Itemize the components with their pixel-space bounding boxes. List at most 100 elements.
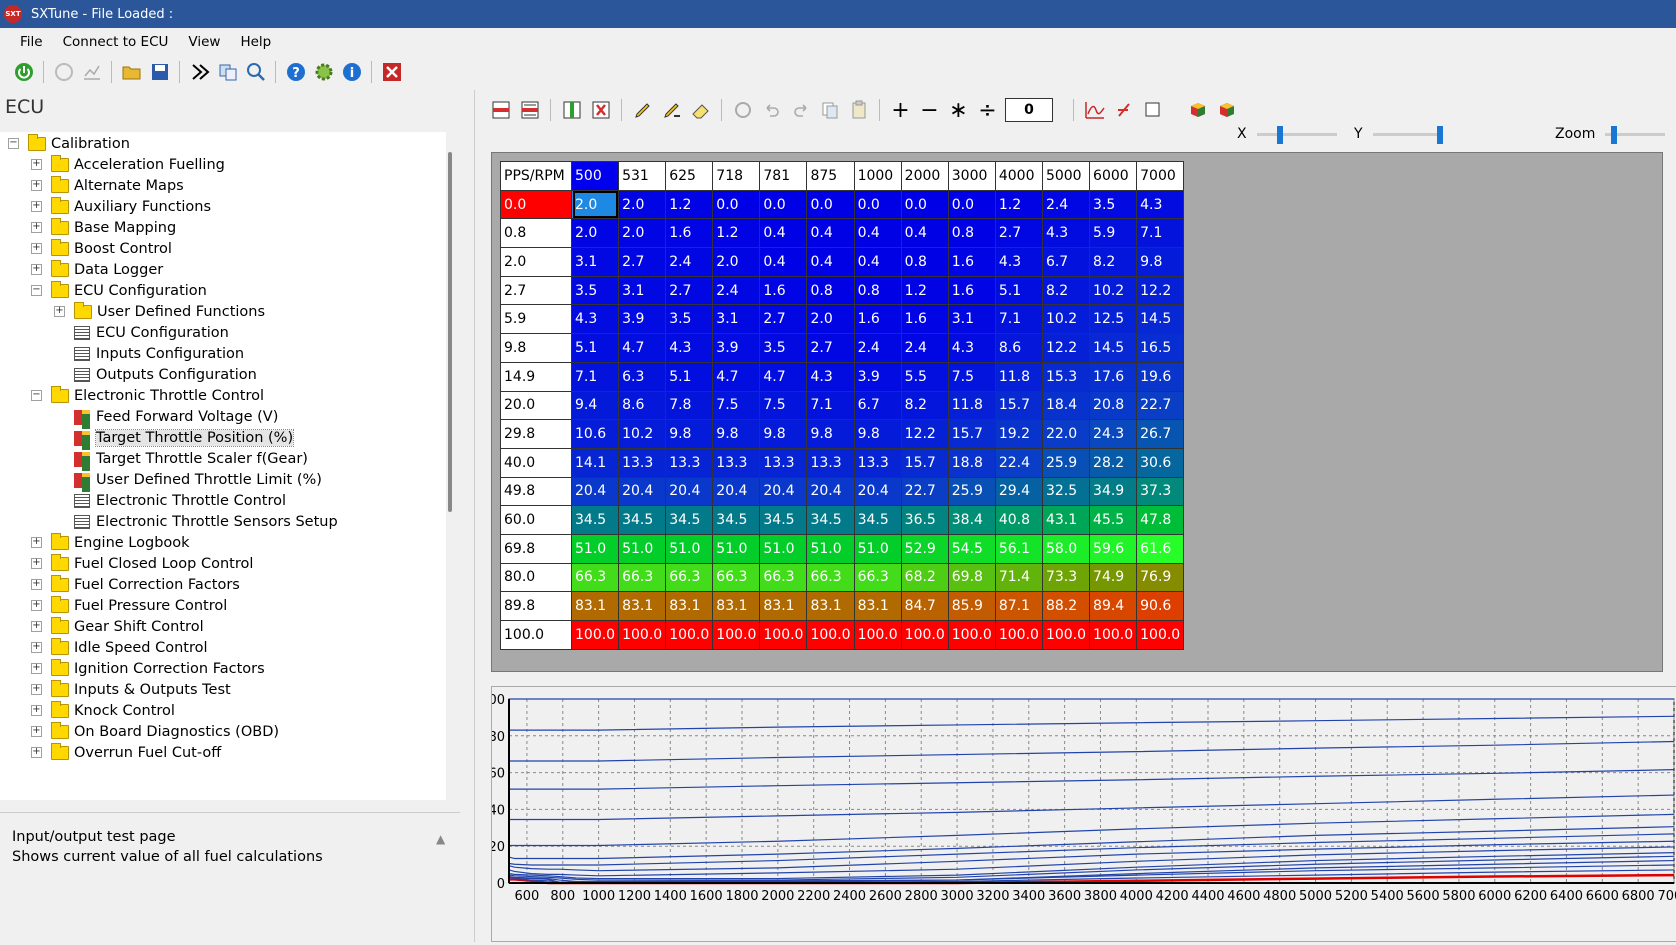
map-cell[interactable]: 66.3 (712, 562, 761, 593)
map-cell[interactable]: 10.6 (570, 419, 620, 449)
plus-icon[interactable]: + (889, 98, 912, 123)
map-cell[interactable]: 28.2 (1089, 447, 1138, 478)
map-cell[interactable]: 0.0 (853, 189, 902, 220)
rpm-axis-cell[interactable]: 1000 (853, 161, 902, 191)
pps-axis-cell[interactable]: 40.0 (500, 447, 572, 478)
pps-axis-cell[interactable]: 2.0 (500, 247, 572, 277)
redo-icon[interactable] (789, 99, 812, 122)
tree-item[interactable]: Auxiliary Functions (51, 196, 211, 218)
map-cell[interactable]: 47.8 (1136, 505, 1185, 535)
map-cell[interactable]: 1.6 (665, 218, 714, 249)
map-cell[interactable]: 87.1 (994, 591, 1043, 621)
map-cell[interactable]: 100.0 (1089, 620, 1138, 650)
tree-item[interactable]: Inputs & Outputs Test (51, 679, 231, 701)
map-cell[interactable]: 2.7 (759, 304, 808, 335)
map-cell[interactable]: 13.3 (665, 447, 714, 478)
graph-view-icon[interactable] (1083, 99, 1106, 122)
map-cell[interactable]: 5.1 (570, 333, 620, 363)
map-cell[interactable]: 2.4 (900, 333, 949, 363)
map-cell[interactable]: 13.3 (853, 447, 902, 478)
map-cell[interactable]: 8.2 (1089, 247, 1138, 277)
pps-axis-cell[interactable]: 29.8 (500, 419, 572, 449)
map-cell[interactable]: 34.5 (665, 505, 714, 535)
map-cell[interactable]: 3.9 (712, 333, 761, 363)
menu-file[interactable]: File (10, 34, 53, 50)
pps-axis-cell[interactable]: 60.0 (500, 505, 572, 535)
tree-item[interactable]: Fuel Pressure Control (51, 595, 227, 617)
map-cell[interactable]: 22.4 (994, 447, 1043, 478)
map-cell[interactable]: 20.4 (759, 476, 808, 507)
map-cell[interactable]: 4.3 (1136, 189, 1185, 220)
rpm-axis-cell[interactable]: 781 (759, 161, 808, 191)
map-cell[interactable]: 4.3 (806, 361, 855, 392)
map-cell[interactable]: 3.9 (618, 304, 667, 335)
expand-icon[interactable]: + (31, 621, 42, 632)
map-cell[interactable]: 15.7 (947, 419, 996, 449)
multiply-icon[interactable]: ∗ (947, 98, 970, 123)
tree-item[interactable]: Inputs Configuration (74, 343, 244, 365)
map-cell[interactable]: 5.5 (900, 361, 949, 392)
map-cell[interactable]: 15.7 (900, 447, 949, 478)
map-cell[interactable]: 51.0 (665, 533, 714, 564)
map-cell[interactable]: 51.0 (759, 533, 808, 564)
map-cell[interactable]: 8.2 (1041, 275, 1091, 306)
map-cell[interactable]: 1.2 (665, 189, 714, 220)
map-cell[interactable]: 66.3 (759, 562, 808, 593)
tree-item[interactable]: User Defined Throttle Limit (%) (74, 469, 322, 492)
tree-item[interactable]: ECU Configuration (51, 280, 207, 302)
map-cell[interactable]: 71.4 (994, 562, 1043, 593)
search-icon[interactable] (244, 61, 267, 84)
expand-icon[interactable]: + (31, 600, 42, 611)
map-cell[interactable]: 9.8 (1136, 247, 1185, 277)
x-axis-slider[interactable] (1256, 125, 1337, 144)
map-cell[interactable]: 66.3 (570, 562, 620, 593)
map-cell[interactable]: 0.4 (759, 218, 808, 249)
tree-item[interactable]: Target Throttle Position (%) (74, 427, 295, 450)
map-cell[interactable]: 0.0 (806, 189, 855, 220)
map-cell[interactable]: 83.1 (806, 591, 855, 621)
tree-item[interactable]: Calibration (28, 133, 130, 155)
expand-icon[interactable]: + (31, 264, 42, 275)
map-cell[interactable]: 4.7 (712, 361, 761, 392)
y-axis-slider[interactable] (1372, 125, 1443, 144)
map-cell[interactable]: 0.4 (853, 247, 902, 277)
map-cell[interactable]: 88.2 (1041, 591, 1091, 621)
map-cell[interactable]: 0.4 (900, 218, 949, 249)
map-cell[interactable]: 20.4 (618, 476, 667, 507)
map-cell[interactable]: 1.6 (853, 304, 902, 335)
map-cell[interactable]: 83.1 (712, 591, 761, 621)
map-cell[interactable]: 4.3 (1041, 218, 1091, 249)
map-cell[interactable]: 2.4 (853, 333, 902, 363)
map-cell[interactable]: 30.6 (1136, 447, 1185, 478)
map-cell[interactable]: 0.8 (806, 275, 855, 306)
map-cell[interactable]: 24.3 (1089, 419, 1138, 449)
chart-icon[interactable] (80, 61, 103, 84)
map-cell[interactable]: 7.1 (806, 390, 855, 421)
pps-axis-cell[interactable]: 89.8 (500, 591, 572, 621)
tree-item[interactable]: Data Logger (51, 259, 163, 281)
rpm-axis-cell[interactable]: 875 (806, 161, 855, 191)
tree-item[interactable]: Electronic Throttle Control (51, 385, 264, 407)
map-cell[interactable]: 0.0 (947, 189, 996, 220)
map-cell[interactable]: 20.4 (806, 476, 855, 507)
tree-item[interactable]: On Board Diagnostics (OBD) (51, 721, 279, 743)
map-cell[interactable]: 34.5 (759, 505, 808, 535)
map-cell[interactable]: 7.1 (570, 361, 620, 392)
map-cell[interactable]: 34.5 (853, 505, 902, 535)
rpm-axis-cell[interactable]: 5000 (1041, 161, 1091, 191)
collapse-icon[interactable]: − (8, 138, 19, 149)
map-cell[interactable]: 13.3 (806, 447, 855, 478)
map-cell[interactable]: 100.0 (900, 620, 949, 650)
tree-item[interactable]: Fuel Closed Loop Control (51, 553, 253, 575)
map-cell[interactable]: 4.3 (947, 333, 996, 363)
tree-item[interactable]: Boost Control (51, 238, 172, 260)
map-cell[interactable]: 100.0 (712, 620, 761, 650)
map-cell[interactable]: 22.0 (1041, 419, 1091, 449)
map-cell[interactable]: 3.1 (712, 304, 761, 335)
map-cell[interactable]: 2.4 (665, 247, 714, 277)
rpm-axis-cell[interactable]: 500 (570, 161, 620, 191)
tree-item[interactable]: Target Throttle Scaler f(Gear) (74, 448, 308, 471)
pps-axis-cell[interactable]: 69.8 (500, 533, 572, 564)
tree-item[interactable]: Engine Logbook (51, 532, 190, 554)
map-cell[interactable]: 4.7 (618, 333, 667, 363)
